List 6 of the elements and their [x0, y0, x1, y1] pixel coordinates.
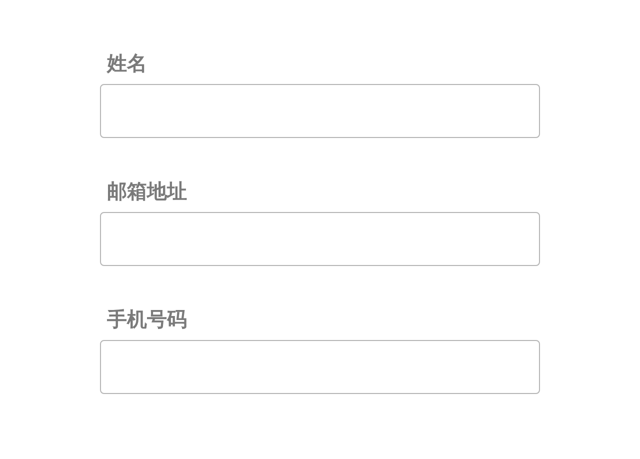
input-field[interactable]	[100, 84, 540, 138]
input-field[interactable]	[100, 340, 540, 394]
input-field[interactable]	[100, 212, 540, 266]
field-label: 姓名	[106, 50, 147, 76]
field-label: 邮箱地址	[106, 178, 187, 204]
field-label: 手机号码	[106, 306, 187, 332]
